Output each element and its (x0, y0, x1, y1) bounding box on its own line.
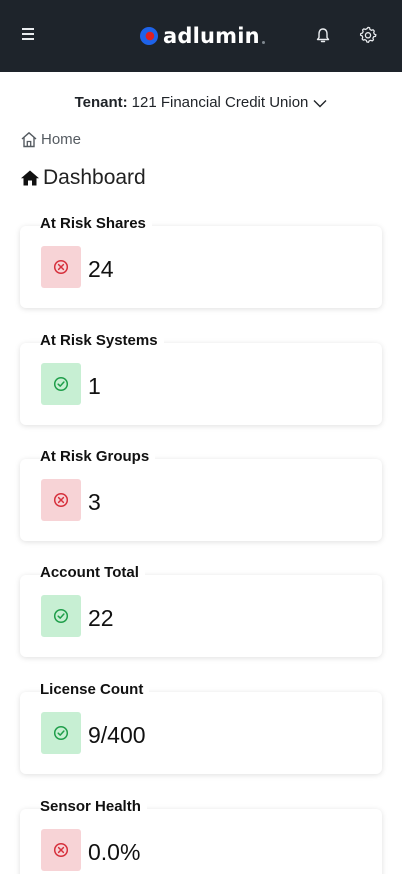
metric-label: At Risk Groups (40, 448, 156, 465)
metric-value: 22 (88, 605, 114, 631)
tenant-name: 121 Financial Credit Union (131, 94, 309, 111)
metric-label: At Risk Shares (40, 215, 152, 232)
hamburger-menu-icon[interactable] (22, 28, 36, 42)
top-navigation-bar: adlumin (0, 0, 402, 72)
check-circle-icon (53, 725, 69, 741)
gear-icon[interactable] (358, 25, 378, 45)
check-circle-icon (53, 608, 69, 624)
status-badge (41, 595, 81, 637)
check-circle-icon (53, 376, 69, 392)
page-title: Dashboard (20, 166, 146, 190)
breadcrumb-home-label: Home (41, 131, 82, 148)
breadcrumb-home[interactable]: Home (20, 131, 81, 148)
home-outline-icon (21, 132, 37, 148)
page-title-text: Dashboard (43, 166, 146, 189)
bell-icon[interactable] (313, 25, 333, 45)
logo-dot (261, 40, 265, 44)
logo-mark-icon (140, 27, 158, 45)
brand-name: adlumin (163, 24, 260, 48)
metric-card-surface: 9/400 (20, 692, 382, 774)
chevron-down-icon (313, 100, 327, 108)
metric-card-surface: 1 (20, 343, 382, 425)
metric-value: 24 (88, 256, 114, 282)
status-badge (41, 246, 81, 288)
x-circle-icon (53, 259, 69, 275)
status-badge (41, 712, 81, 754)
metric-value: 3 (88, 489, 101, 515)
metric-value: 1 (88, 373, 101, 399)
metric-card-surface: 0.0% (20, 809, 382, 874)
status-badge (41, 829, 81, 871)
metric-label: At Risk Systems (40, 332, 164, 349)
home-filled-icon (21, 170, 39, 186)
tenant-label: Tenant: (74, 94, 128, 111)
metric-label: Sensor Health (40, 798, 147, 815)
metric-card-surface: 3 (20, 459, 382, 541)
metric-value: 0.0% (88, 839, 141, 865)
x-circle-icon (53, 492, 69, 508)
metric-value: 9/400 (88, 722, 146, 748)
metric-card-surface: 22 (20, 575, 382, 657)
status-badge (41, 363, 81, 405)
tenant-selector[interactable]: Tenant: 121 Financial Credit Union (0, 94, 402, 111)
metric-label: Account Total (40, 564, 145, 581)
status-badge (41, 479, 81, 521)
metric-card-surface: 24 (20, 226, 382, 308)
x-circle-icon (53, 842, 69, 858)
metric-label: License Count (40, 681, 150, 698)
brand-logo[interactable]: adlumin (140, 22, 265, 50)
